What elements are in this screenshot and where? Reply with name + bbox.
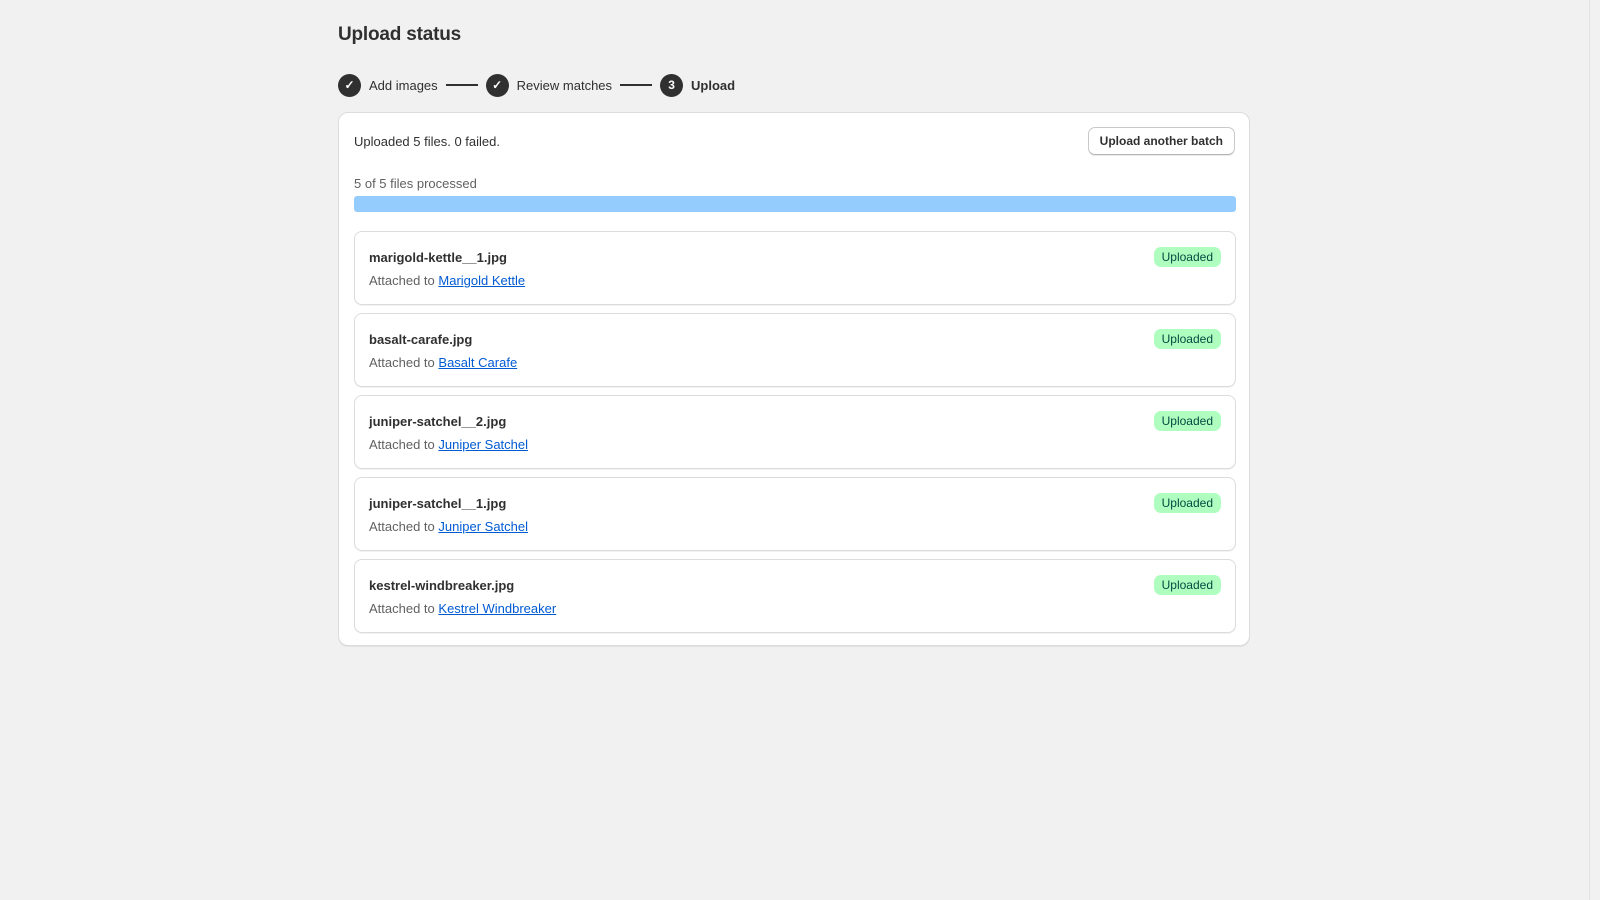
file-attached-line: Attached to Kestrel Windbreaker xyxy=(369,601,556,616)
status-badge: Uploaded xyxy=(1153,575,1221,595)
product-link[interactable]: Basalt Carafe xyxy=(438,355,517,370)
attached-prefix: Attached to xyxy=(369,601,435,616)
status-badge: Uploaded xyxy=(1153,247,1221,267)
file-list: marigold-kettle__1.jpg Attached to Marig… xyxy=(354,231,1236,641)
page-title: Upload status xyxy=(338,24,462,45)
product-link[interactable]: Juniper Satchel xyxy=(438,437,528,452)
file-name: juniper-satchel__2.jpg xyxy=(369,414,507,429)
file-item: kestrel-windbreaker.jpg Attached to Kest… xyxy=(354,559,1236,633)
upload-status-card: Uploaded 5 files. 0 failed. Upload anoth… xyxy=(338,112,1250,646)
vertical-scrollbar[interactable] xyxy=(1589,0,1600,900)
product-link[interactable]: Marigold Kettle xyxy=(438,273,525,288)
upload-another-batch-button[interactable]: Upload another batch xyxy=(1087,127,1235,155)
step-label: Review matches xyxy=(516,77,613,93)
checkmark-icon: ✓ xyxy=(338,73,361,97)
status-badge: Uploaded xyxy=(1153,493,1221,513)
checkmark-icon: ✓ xyxy=(485,73,509,97)
file-name: basalt-carafe.jpg xyxy=(369,332,473,347)
step-upload: 3 Upload xyxy=(660,73,736,97)
upload-stepper: ✓ Add images ✓ Review matches 3 Upload xyxy=(338,73,735,97)
status-badge: Uploaded xyxy=(1153,411,1221,431)
file-name: kestrel-windbreaker.jpg xyxy=(369,578,515,593)
file-name: marigold-kettle__1.jpg xyxy=(369,250,507,265)
attached-prefix: Attached to xyxy=(369,519,435,534)
progress-bar xyxy=(354,196,1236,212)
product-link[interactable]: Kestrel Windbreaker xyxy=(438,601,556,616)
step-number: 3 xyxy=(660,73,684,97)
file-item: marigold-kettle__1.jpg Attached to Marig… xyxy=(354,231,1236,305)
attached-prefix: Attached to xyxy=(369,273,435,288)
progress-label: 5 of 5 files processed xyxy=(354,176,477,191)
attached-prefix: Attached to xyxy=(369,355,435,370)
step-label: Add images xyxy=(369,77,438,93)
file-item: juniper-satchel__1.jpg Attached to Junip… xyxy=(354,477,1236,551)
file-attached-line: Attached to Basalt Carafe xyxy=(369,355,517,370)
step-review-matches: ✓ Review matches xyxy=(485,73,613,97)
file-name: juniper-satchel__1.jpg xyxy=(369,496,507,511)
step-label: Upload xyxy=(691,77,736,93)
file-attached-line: Attached to Marigold Kettle xyxy=(369,273,525,288)
product-link[interactable]: Juniper Satchel xyxy=(438,519,528,534)
file-attached-line: Attached to Juniper Satchel xyxy=(369,519,528,534)
step-connector xyxy=(620,84,653,86)
status-badge: Uploaded xyxy=(1153,329,1221,349)
file-attached-line: Attached to Juniper Satchel xyxy=(369,437,528,452)
progress-bar-fill xyxy=(354,196,1236,212)
upload-summary: Uploaded 5 files. 0 failed. xyxy=(354,134,500,149)
file-item: basalt-carafe.jpg Attached to Basalt Car… xyxy=(354,313,1236,387)
attached-prefix: Attached to xyxy=(369,437,435,452)
step-add-images: ✓ Add images xyxy=(338,73,438,97)
file-item: juniper-satchel__2.jpg Attached to Junip… xyxy=(354,395,1236,469)
step-connector xyxy=(445,84,478,86)
